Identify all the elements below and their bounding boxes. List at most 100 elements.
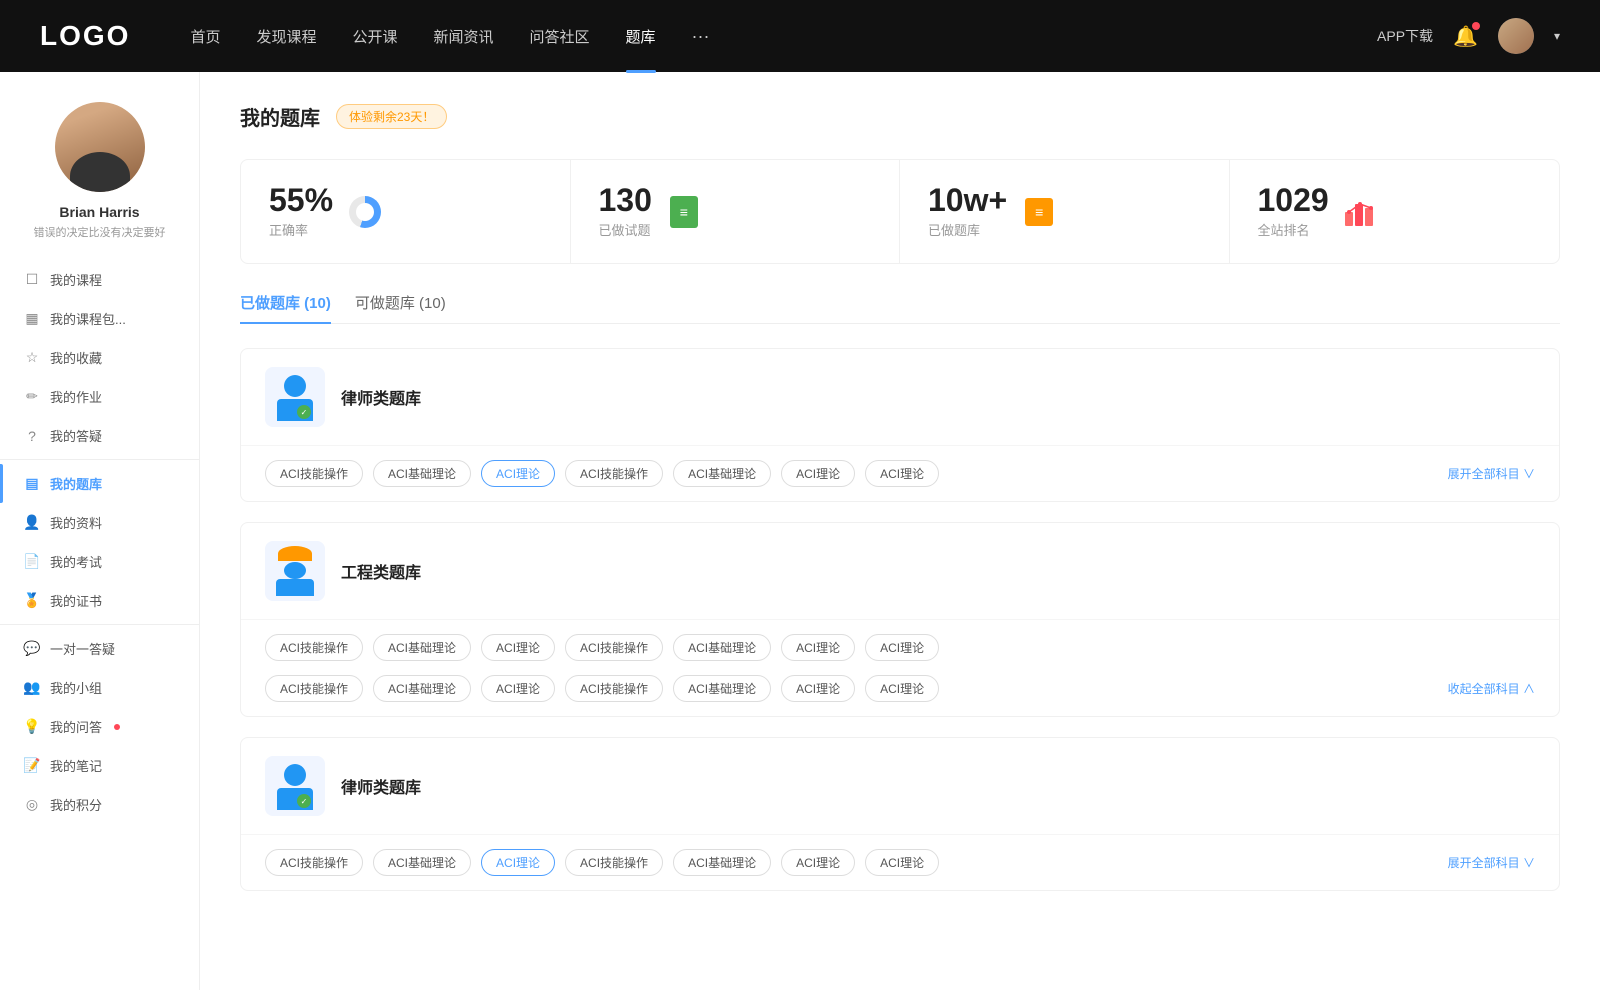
tag-1-2[interactable]: ACI基础理论 (373, 460, 471, 487)
tag-3-6[interactable]: ACI理论 (781, 849, 855, 876)
sidebar-item-certificate[interactable]: 🏅 我的证书 (0, 581, 199, 620)
sidebar-item-points[interactable]: ◎ 我的积分 (0, 785, 199, 824)
nav-discover[interactable]: 发现课程 (256, 26, 316, 47)
tag-1-6[interactable]: ACI理论 (781, 460, 855, 487)
logo[interactable]: LOGO (40, 20, 130, 52)
stat-ranking-text: 1029 全站排名 (1258, 184, 1329, 239)
tabs-row: 已做题库 (10) 可做题库 (10) (240, 292, 1560, 324)
sidebar-item-course-package[interactable]: ▦ 我的课程包... (0, 299, 199, 338)
sidebar: Brian Harris 错误的决定比没有决定要好 ☐ 我的课程 ▦ 我的课程包… (0, 72, 200, 990)
lawyer-avatar-icon-2 (275, 764, 315, 808)
tag-2-8[interactable]: ACI技能操作 (265, 675, 363, 702)
lawyer-avatar-icon-1 (275, 375, 315, 419)
tag-3-1[interactable]: ACI技能操作 (265, 849, 363, 876)
sidebar-item-group[interactable]: 👥 我的小组 (0, 668, 199, 707)
tag-2-2[interactable]: ACI基础理论 (373, 634, 471, 661)
sidebar-item-homework[interactable]: ✏ 我的作业 (0, 377, 199, 416)
stat-accuracy: 55% 正确率 (241, 160, 571, 263)
nav-question-bank[interactable]: 题库 (626, 26, 656, 47)
tag-3-4[interactable]: ACI技能操作 (565, 849, 663, 876)
bank-card-header-engineer: 工程类题库 (241, 523, 1559, 620)
nav-qa-community[interactable]: 问答社区 (530, 26, 590, 47)
stat-done-questions: 130 已做试题 (571, 160, 901, 263)
nav-more[interactable]: ··· (692, 26, 710, 47)
pie-chart-visual (349, 196, 381, 228)
tag-1-1[interactable]: ACI技能操作 (265, 460, 363, 487)
chat-icon: 💬 (24, 641, 40, 657)
tag-2-3[interactable]: ACI理论 (481, 634, 555, 661)
nav-home[interactable]: 首页 (190, 26, 220, 47)
nav-links: 首页 发现课程 公开课 新闻资讯 问答社区 题库 ··· (190, 26, 1377, 47)
edit-icon: ✏ (24, 389, 40, 405)
question-circle-icon: ? (24, 428, 40, 444)
tag-1-4[interactable]: ACI技能操作 (565, 460, 663, 487)
tag-2-13[interactable]: ACI理论 (781, 675, 855, 702)
stats-row: 55% 正确率 130 已做试题 10w+ 已做题库 (240, 159, 1560, 264)
sidebar-item-question-bank[interactable]: ▤ 我的题库 (0, 464, 199, 503)
user-avatar[interactable] (1498, 18, 1534, 54)
sidebar-item-ask[interactable]: ? 我的答疑 (0, 416, 199, 455)
tag-2-11[interactable]: ACI技能操作 (565, 675, 663, 702)
tag-2-5[interactable]: ACI基础理论 (673, 634, 771, 661)
sidebar-item-favorites[interactable]: ☆ 我的收藏 (0, 338, 199, 377)
bar-chart-visual (1345, 198, 1377, 226)
qa-notification-dot (114, 724, 120, 730)
sidebar-item-notes[interactable]: 📝 我的笔记 (0, 746, 199, 785)
sidebar-item-exam[interactable]: 📄 我的考试 (0, 542, 199, 581)
tag-1-7[interactable]: ACI理论 (865, 460, 939, 487)
file-icon: ☐ (24, 272, 40, 288)
engineer-icon-wrap (265, 541, 325, 601)
nav-open-course[interactable]: 公开课 (352, 26, 397, 47)
doc-green-visual (670, 196, 698, 228)
user-icon: 👤 (24, 515, 40, 531)
tag-2-1[interactable]: ACI技能操作 (265, 634, 363, 661)
tag-2-12[interactable]: ACI基础理论 (673, 675, 771, 702)
doc-green-icon (666, 194, 702, 230)
sidebar-divider-2 (0, 624, 199, 625)
bank-card-header-lawyer-2: 律师类题库 (241, 738, 1559, 835)
navbar: LOGO 首页 发现课程 公开课 新闻资讯 问答社区 题库 ··· APP下载 … (0, 0, 1600, 72)
tab-available-banks[interactable]: 可做题库 (10) (355, 292, 446, 323)
expand-link-lawyer-2[interactable]: 展开全部科目 ∨ (1448, 854, 1535, 871)
tag-3-5[interactable]: ACI基础理论 (673, 849, 771, 876)
app-download-button[interactable]: APP下载 (1377, 26, 1433, 46)
bank-title-lawyer-2: 律师类题库 (341, 774, 421, 798)
tag-2-4[interactable]: ACI技能操作 (565, 634, 663, 661)
user-menu-arrow[interactable]: ▾ (1554, 29, 1560, 43)
sidebar-item-profile[interactable]: 👤 我的资料 (0, 503, 199, 542)
bank-tags-engineer-row1: ACI技能操作 ACI基础理论 ACI理论 ACI技能操作 ACI基础理论 AC… (241, 620, 1559, 675)
list-orange-visual (1025, 198, 1053, 226)
tag-2-14[interactable]: ACI理论 (865, 675, 939, 702)
bank-card-lawyer-1: 律师类题库 ACI技能操作 ACI基础理论 ACI理论 ACI技能操作 ACI基… (240, 348, 1560, 502)
bank-tags-engineer-row2: ACI技能操作 ACI基础理论 ACI理论 ACI技能操作 ACI基础理论 AC… (241, 675, 1559, 716)
tag-2-10[interactable]: ACI理论 (481, 675, 555, 702)
sidebar-item-one-on-one[interactable]: 💬 一对一答疑 (0, 629, 199, 668)
page-header: 我的题库 体验剩余23天！ (240, 102, 1560, 131)
tag-3-2[interactable]: ACI基础理论 (373, 849, 471, 876)
done-banks-label: 已做题库 (928, 220, 1007, 239)
collapse-link-engineer[interactable]: 收起全部科目 ∧ (1448, 680, 1535, 697)
expand-link-lawyer-1[interactable]: 展开全部科目 ∨ (1448, 465, 1535, 482)
tag-2-9[interactable]: ACI基础理论 (373, 675, 471, 702)
sidebar-item-my-qa[interactable]: 💡 我的问答 (0, 707, 199, 746)
bank-card-engineer: 工程类题库 ACI技能操作 ACI基础理论 ACI理论 ACI技能操作 ACI基… (240, 522, 1560, 717)
sidebar-motto: 错误的决定比没有决定要好 (24, 224, 176, 240)
tab-done-banks[interactable]: 已做题库 (10) (240, 292, 331, 323)
bank-tags-lawyer-2: ACI技能操作 ACI基础理论 ACI理论 ACI技能操作 ACI基础理论 AC… (241, 835, 1559, 890)
tag-1-5[interactable]: ACI基础理论 (673, 460, 771, 487)
trial-badge: 体验剩余23天！ (336, 104, 447, 129)
tag-2-7[interactable]: ACI理论 (865, 634, 939, 661)
lawyer-icon-wrap-1 (265, 367, 325, 427)
lawyer-icon-wrap-2 (265, 756, 325, 816)
tag-3-7[interactable]: ACI理论 (865, 849, 939, 876)
nav-news[interactable]: 新闻资讯 (434, 26, 494, 47)
notification-bell[interactable]: 🔔 (1453, 24, 1478, 49)
bank-tags-lawyer-1: ACI技能操作 ACI基础理论 ACI理论 ACI技能操作 ACI基础理论 AC… (241, 446, 1559, 501)
sidebar-item-my-course[interactable]: ☐ 我的课程 (0, 260, 199, 299)
tag-3-3[interactable]: ACI理论 (481, 849, 555, 876)
sidebar-avatar (55, 102, 145, 192)
tag-1-3[interactable]: ACI理论 (481, 460, 555, 487)
tag-2-6[interactable]: ACI理论 (781, 634, 855, 661)
accuracy-number: 55% (269, 184, 333, 216)
chart-bar-icon: ▦ (24, 311, 40, 327)
